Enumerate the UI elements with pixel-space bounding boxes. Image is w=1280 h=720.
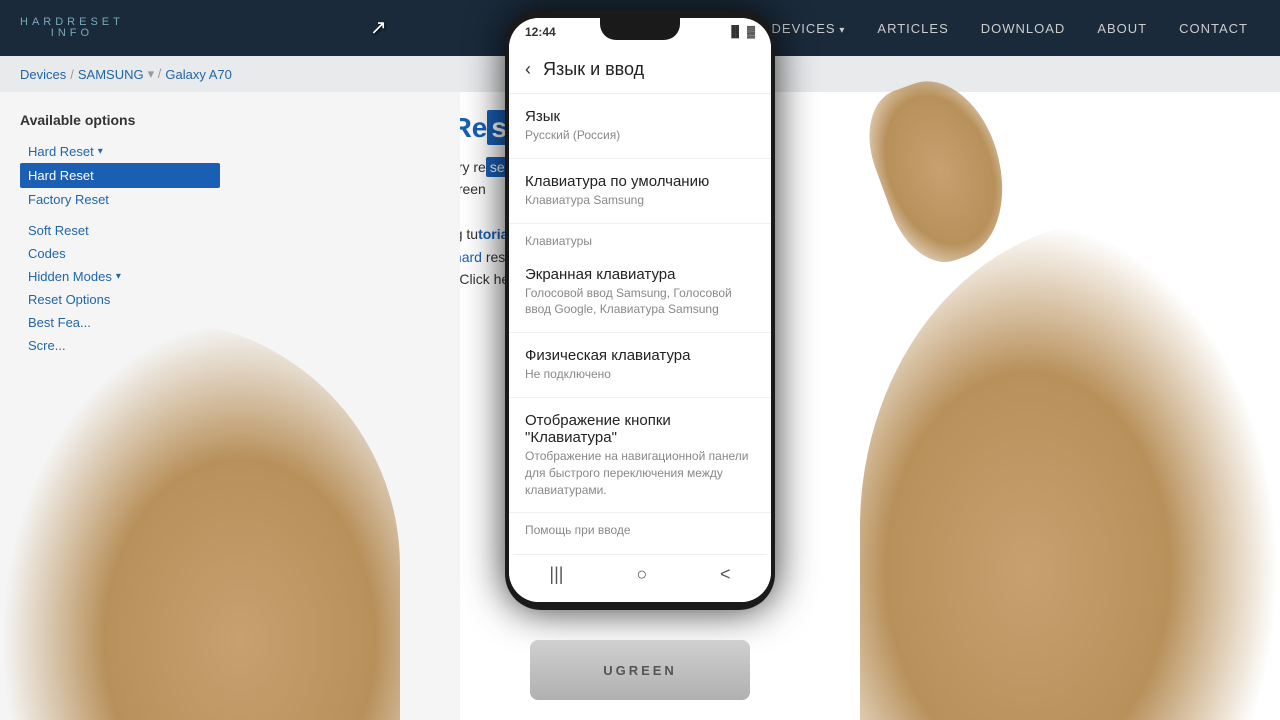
site-logo[interactable]: HARDRESET INFO xyxy=(20,17,124,39)
settings-title: Язык и ввод xyxy=(543,59,644,80)
phone-container: 12:44 ▐▌ ▓ ‹ Язык и ввод Язык Русский (Р… xyxy=(490,0,790,720)
settings-item-language[interactable]: Язык Русский (Россия) xyxy=(509,94,771,159)
battery-icon: ▓ xyxy=(747,26,755,38)
sidebar-item-hard-reset[interactable]: Hard Reset xyxy=(20,163,220,188)
settings-item-title-default-kb: Клавиатура по умолчанию xyxy=(525,173,755,190)
settings-item-title-onscreen: Экранная клавиатура xyxy=(525,266,755,283)
sidebar-item-codes[interactable]: Codes xyxy=(20,242,220,265)
breadcrumb-devices[interactable]: Devices xyxy=(20,67,66,82)
settings-item-physical-kb[interactable]: Физическая клавиатура Не подключено xyxy=(509,333,771,398)
phone-screen: 12:44 ▐▌ ▓ ‹ Язык и ввод Язык Русский (Р… xyxy=(509,18,771,602)
settings-item-subtitle-kb-btn: Отображение на навигационной панели для … xyxy=(525,448,755,498)
settings-item-subtitle-language: Русский (Россия) xyxy=(525,127,755,144)
sidebar-item-factory-reset[interactable]: Factory Reset xyxy=(20,188,220,211)
nav-contact[interactable]: CONTACT xyxy=(1167,15,1260,42)
settings-item-subtitle-physical: Не подключено xyxy=(525,366,755,383)
sidebar-item-best-features[interactable]: Best Fea... xyxy=(20,311,220,334)
sidebar-section: Soft Reset Codes Hidden Modes Reset Opti… xyxy=(20,219,220,357)
nav-articles[interactable]: ARTICLES xyxy=(865,15,960,42)
settings-item-default-keyboard[interactable]: Клавиатура по умолчанию Клавиатура Samsu… xyxy=(509,159,771,224)
sidebar-item-hard-reset-parent[interactable]: Hard Reset xyxy=(20,140,220,163)
phone-status-bar: 12:44 ▐▌ ▓ xyxy=(509,18,771,46)
breadcrumb-galaxy-a70[interactable]: Galaxy A70 xyxy=(165,67,232,82)
settings-item-subtitle-default-kb: Клавиатура Samsung xyxy=(525,192,755,209)
home-button[interactable]: ○ xyxy=(636,564,647,585)
recent-apps-button[interactable]: ||| xyxy=(549,564,563,585)
settings-item-keyboard-button[interactable]: Отображение кнопки "Клавиатура" Отображе… xyxy=(509,398,771,513)
back-nav-button[interactable]: < xyxy=(720,564,731,585)
settings-item-title-physical: Физическая клавиатура xyxy=(525,347,755,364)
stand-label: UGREEN xyxy=(603,663,677,678)
sidebar-item-hidden-modes[interactable]: Hidden Modes xyxy=(20,265,220,288)
section-input-help: Помощь при вводе xyxy=(509,513,771,541)
settings-item-title-language: Язык xyxy=(525,108,755,125)
phone-status-icons: ▐▌ ▓ xyxy=(727,26,755,38)
phone-notch xyxy=(600,18,680,40)
nav-about[interactable]: ABOUT xyxy=(1085,15,1159,42)
cursor-pointer: ↗ xyxy=(370,15,387,40)
logo-sub: INFO xyxy=(20,28,124,39)
settings-header: ‹ Язык и ввод xyxy=(509,46,771,94)
settings-content[interactable]: Язык Русский (Россия) Клавиатура по умол… xyxy=(509,94,771,602)
sidebar-item-soft-reset[interactable]: Soft Reset xyxy=(20,219,220,242)
sidebar-title: Available options xyxy=(20,112,220,128)
sidebar: Available options Hard Reset Hard Reset … xyxy=(20,112,220,357)
settings-item-onscreen-kb[interactable]: Экранная клавиатура Голосовой ввод Samsu… xyxy=(509,252,771,334)
section-keyboards: Клавиатуры xyxy=(509,224,771,252)
sidebar-item-reset-options[interactable]: Reset Options xyxy=(20,288,220,311)
signal-icon: ▐▌ xyxy=(727,26,743,38)
phone-stand: UGREEN xyxy=(530,640,750,700)
settings-item-title-kb-btn: Отображение кнопки "Клавиатура" xyxy=(525,412,755,446)
back-button[interactable]: ‹ xyxy=(525,59,531,80)
sidebar-item-screenshots[interactable]: Scre... xyxy=(20,334,220,357)
phone-bottom-nav: ||| ○ < xyxy=(513,554,767,594)
main-content: Available options Hard Reset Hard Reset … xyxy=(0,92,460,720)
settings-item-subtitle-onscreen: Голосовой ввод Samsung, Голосовой ввод G… xyxy=(525,285,755,319)
nav-download[interactable]: DOWNLOAD xyxy=(969,15,1078,42)
breadcrumb-samsung[interactable]: SAMSUNG xyxy=(78,67,144,82)
phone-time: 12:44 xyxy=(525,25,556,39)
phone-outer: 12:44 ▐▌ ▓ ‹ Язык и ввод Язык Русский (Р… xyxy=(505,10,775,610)
